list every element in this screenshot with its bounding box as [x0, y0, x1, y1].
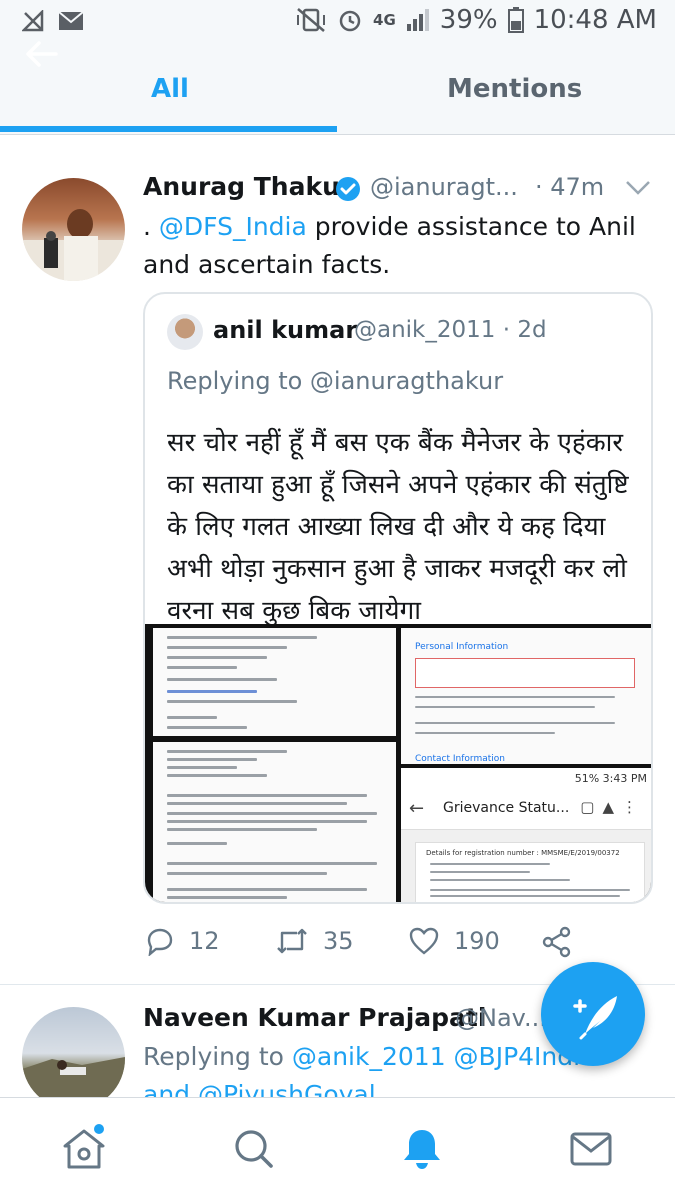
- signal-off-icon: [22, 10, 44, 32]
- media-mini-title: Grievance Statu...: [443, 800, 570, 816]
- home-icon[interactable]: [59, 1124, 109, 1174]
- bottom-navigation: [0, 1097, 675, 1200]
- tab-mentions[interactable]: Mentions: [447, 74, 582, 104]
- chevron-down-icon[interactable]: [624, 178, 652, 198]
- media-mini-card: Details for registration number : MMSME/…: [415, 842, 645, 902]
- notifications-bell-icon[interactable]: [397, 1124, 447, 1174]
- search-icon[interactable]: [229, 1124, 279, 1174]
- media-mini-appbar: ← Grievance Statu... ▢▲⋮: [401, 790, 651, 830]
- compose-tweet-button[interactable]: [541, 962, 645, 1066]
- media-screenshot-grievance[interactable]: 51% 3:43 PM ← Grievance Statu... ▢▲⋮ Det…: [401, 768, 651, 902]
- media-doc3-footer: Contact Information: [415, 754, 505, 764]
- reply-icon: [147, 928, 173, 956]
- tweet-text: . @DFS_India provide assistance to Anil …: [143, 208, 653, 284]
- network-type: 4G: [373, 11, 396, 29]
- tweet-author-name[interactable]: Naveen Kumar Prajapati: [143, 1003, 486, 1032]
- quoted-replying-to: Replying to @ianuragthakur: [167, 367, 504, 395]
- clock-time: 10:48 AM: [533, 5, 657, 35]
- like-count: 190: [454, 927, 500, 955]
- tweet-author-name[interactable]: Anurag Thakur: [143, 172, 352, 201]
- share-icon: [542, 926, 571, 958]
- retweet-button[interactable]: 35: [275, 926, 354, 956]
- replying-to-prefix: Replying to: [143, 1042, 292, 1071]
- retweet-count: 35: [323, 927, 354, 955]
- mention-link[interactable]: @DFS_India: [159, 212, 307, 241]
- avatar[interactable]: [22, 178, 125, 281]
- media-doc3-title: Personal Information: [415, 642, 509, 652]
- top-header: 4G 39% 10:48 AM All Mentions: [0, 0, 675, 135]
- verified-badge-icon: [336, 177, 360, 201]
- status-right: 4G 39% 10:48 AM: [295, 5, 657, 35]
- quoted-text: सर चोर नहीं हूँ मैं बस एक बैंक मैनेजर के…: [167, 428, 629, 626]
- tweet-text-prefix: .: [143, 212, 159, 241]
- compose-feather-icon: [573, 996, 617, 1040]
- reply-button[interactable]: 12: [145, 926, 220, 956]
- tweet-author-handle[interactable]: @ianuragt...: [370, 173, 518, 201]
- like-button[interactable]: 190: [408, 926, 500, 956]
- quoted-author-handle: @anik_2011 · 2d: [354, 317, 547, 343]
- messages-envelope-icon[interactable]: [566, 1124, 616, 1174]
- quoted-media-grid[interactable]: Personal Information Contact Information…: [145, 624, 651, 902]
- quoted-author-name: anil kumar: [213, 316, 358, 344]
- share-button[interactable]: [541, 926, 573, 958]
- active-tab-indicator: [0, 126, 337, 132]
- heart-icon: [409, 927, 439, 955]
- retweet-icon: [277, 928, 307, 954]
- media-mini-status-bar: 51% 3:43 PM: [401, 768, 651, 790]
- media-back-arrow-icon: ←: [409, 798, 425, 819]
- signal-strength-icon: [406, 9, 429, 31]
- tweet-author-handle[interactable]: @Nav...: [455, 1004, 547, 1032]
- media-doc3-alert-box: [415, 658, 635, 688]
- status-left-icons: [22, 10, 84, 32]
- battery-percent: 39%: [439, 5, 498, 35]
- vibrate-mute-icon: [297, 8, 326, 32]
- media-mini-card-title: Details for registration number : MMSME/…: [426, 849, 620, 857]
- tab-all[interactable]: All: [151, 74, 189, 104]
- media-mini-appbar-icons: ▢▲⋮: [580, 798, 645, 816]
- tab-bar: All Mentions: [0, 60, 675, 135]
- media-document-1[interactable]: [153, 628, 396, 736]
- tweet-timestamp: · 47m: [535, 173, 605, 201]
- quoted-tweet[interactable]: anil kumar @anik_2011 · 2d Replying to @…: [143, 292, 653, 904]
- quoted-avatar: [167, 314, 203, 350]
- mail-icon: [58, 11, 84, 30]
- media-document-2[interactable]: [153, 742, 396, 902]
- avatar[interactable]: [22, 1007, 125, 1110]
- media-document-3[interactable]: Personal Information Contact Information: [401, 628, 651, 764]
- tweet-actions: 12 35 190: [143, 926, 653, 966]
- header-divider: [0, 134, 675, 135]
- media-mini-status-text: 51% 3:43 PM: [574, 772, 647, 785]
- avatar-photo: [22, 1057, 125, 1110]
- alarm-icon: [339, 10, 361, 32]
- status-bar: 4G 39% 10:48 AM: [0, 0, 675, 44]
- avatar-photo: [22, 209, 125, 281]
- reply-count: 12: [189, 927, 220, 955]
- battery-icon: [507, 7, 524, 33]
